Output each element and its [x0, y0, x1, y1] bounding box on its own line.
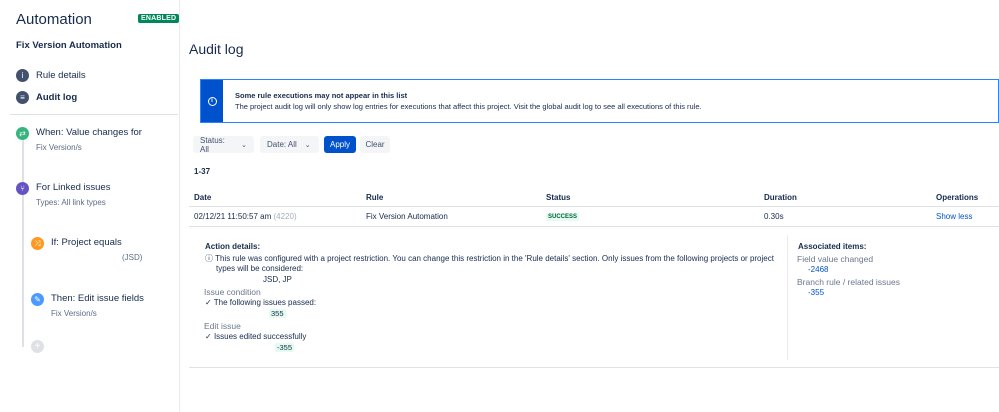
step-branch-label: For Linked issues	[36, 182, 111, 193]
row-duration: 0.30s	[764, 212, 784, 221]
details-bottom-divider	[189, 367, 999, 368]
date-filter[interactable]: Date: All ⌄	[260, 136, 319, 153]
banner-accent: i	[201, 80, 223, 122]
header-divider	[189, 206, 999, 207]
apply-button[interactable]: Apply	[324, 136, 356, 153]
rule-name: Fix Version Automation	[16, 40, 122, 51]
project-list: JSD, JP	[263, 275, 292, 284]
header-duration: Duration	[764, 193, 797, 202]
step-condition-sub: (JSD)	[122, 253, 143, 262]
chevron-down-icon: ⌄	[241, 141, 247, 149]
step-action-label: Then: Edit issue fields	[51, 293, 144, 304]
status-filter-label: Status: All	[200, 135, 225, 154]
branch-rule-label: Branch rule / related issues	[797, 277, 900, 287]
step-branch-sub: Types: All link types	[36, 198, 106, 207]
show-less-link[interactable]: Show less	[936, 212, 972, 221]
field-changed-issue-link[interactable]: -2468	[808, 265, 828, 274]
step-action-sub: Fix Version/s	[51, 309, 97, 318]
header-status: Status	[546, 193, 571, 202]
associated-items-title: Associated items:	[798, 242, 867, 251]
info-banner: i Some rule executions may not appear in…	[200, 79, 999, 123]
details-divider	[787, 235, 788, 360]
header-operations: Operations	[936, 193, 979, 202]
nav-audit-log-label: Audit log	[36, 92, 78, 103]
condition-result: ✓ The following issues passed:	[205, 298, 316, 307]
edit-title: Edit issue	[204, 321, 241, 331]
step-trigger-sub: Fix Version/s	[36, 143, 82, 152]
condition-issue-link[interactable]: 355	[269, 309, 286, 318]
step-condition-label: If: Project equals	[51, 237, 122, 248]
condition-title: Issue condition	[204, 287, 261, 297]
row-date: 02/12/21 11:50:57 am (4220)	[194, 212, 297, 221]
plus-icon[interactable]: +	[31, 340, 44, 353]
nav-rule-details-label: Rule details	[36, 70, 86, 81]
row-rule: Fix Version Automation	[366, 212, 448, 221]
edit-result: ✓ Issues edited successfully	[205, 332, 306, 341]
banner-body: The project audit log will only show log…	[235, 102, 702, 111]
execution-details: Action details: ⓘ This rule was configur…	[189, 227, 999, 368]
header-rule: Rule	[366, 193, 384, 202]
nav-rule-details[interactable]: i Rule details	[16, 69, 86, 82]
info-icon: i	[16, 69, 29, 82]
action-details-title: Action details:	[205, 242, 261, 251]
enabled-badge: ENABLED	[138, 14, 180, 23]
pencil-icon: ✎	[31, 293, 44, 306]
branch-issue-link[interactable]: -355	[808, 288, 824, 297]
result-count: 1-37	[194, 167, 211, 176]
nav-divider	[10, 114, 178, 115]
action-details-line2: types will be considered:	[216, 264, 304, 273]
header-date: Date	[194, 193, 212, 202]
app-title: Automation	[16, 11, 92, 28]
edit-result-text: Issues edited successfully	[213, 332, 307, 341]
row-date-value: 02/12/21 11:50:57 am	[194, 212, 272, 221]
condition-icon: ⤨	[31, 237, 44, 250]
condition-result-text: The following issues passed:	[213, 298, 317, 307]
nav-audit-log[interactable]: ≡ Audit log	[16, 91, 77, 104]
step-trigger-label: When: Value changes for	[36, 127, 142, 138]
row-date-id: (4220)	[273, 212, 297, 221]
check-icon: ✓	[205, 332, 212, 341]
action-details-line1: ⓘ This rule was configured with a projec…	[205, 253, 774, 264]
date-filter-label: Date: All	[267, 140, 297, 149]
clear-button[interactable]: Clear	[360, 136, 390, 153]
page-title: Audit log	[189, 41, 244, 57]
list-icon: ≡	[16, 91, 29, 104]
info-icon: i	[207, 96, 217, 106]
edit-issue-link[interactable]: -355	[275, 343, 295, 352]
trigger-icon: ⇄	[16, 127, 29, 140]
banner-title: Some rule executions may not appear in t…	[235, 91, 408, 100]
flow-line	[22, 137, 24, 347]
action-details-text: This rule was configured with a project …	[215, 254, 774, 263]
branch-icon: ⑂	[16, 182, 29, 195]
field-changed-label: Field value changed	[797, 254, 874, 264]
check-icon: ✓	[205, 298, 212, 307]
sidebar: Automation ENABLED Fix Version Automatio…	[0, 0, 180, 412]
status-badge: SUCCESS	[546, 213, 580, 221]
chevron-down-icon: ⌄	[304, 141, 311, 149]
info-icon: ⓘ	[205, 254, 213, 263]
status-filter[interactable]: Status: All ⌄	[193, 135, 254, 154]
